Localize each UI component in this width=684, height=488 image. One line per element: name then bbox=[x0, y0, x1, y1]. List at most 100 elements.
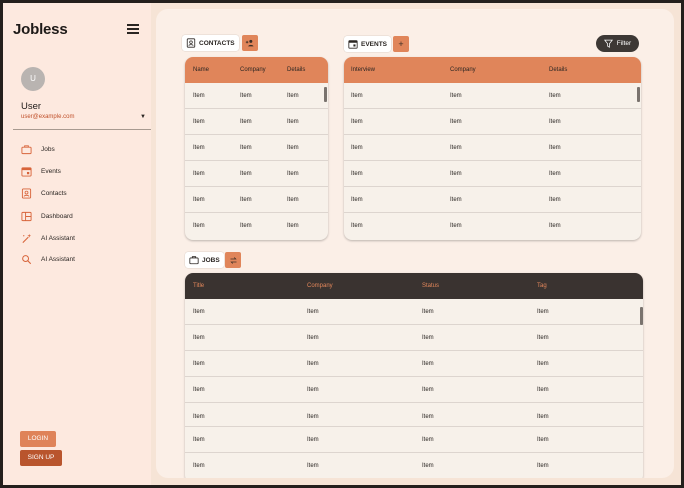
dashboard-icon bbox=[21, 211, 32, 221]
table-row[interactable]: Item Item Item Item bbox=[185, 299, 643, 325]
column-header[interactable]: Company bbox=[240, 57, 266, 83]
table-row[interactable]: Item Item Item bbox=[344, 187, 641, 213]
table-row[interactable]: Item Item Item bbox=[344, 161, 641, 187]
sidebar-item-jobs[interactable]: Jobs bbox=[21, 142, 141, 156]
sidebar-item-ai-search[interactable]: AI Assistant bbox=[21, 252, 141, 266]
contact-card-icon bbox=[21, 187, 32, 199]
app-window: Jobless U User user@example.com ▼ Jobs E… bbox=[3, 3, 681, 485]
magic-wand-icon bbox=[22, 233, 32, 243]
menu-icon[interactable] bbox=[127, 24, 139, 34]
scrollbar[interactable] bbox=[324, 87, 327, 102]
column-header[interactable]: Tag bbox=[537, 273, 547, 299]
cell: Item bbox=[450, 145, 462, 151]
table-header: Interview Company Details bbox=[344, 57, 641, 83]
table-row[interactable]: Item Item Item bbox=[344, 83, 641, 109]
cell: Item bbox=[193, 171, 205, 177]
cell: Item bbox=[422, 361, 434, 367]
table-row[interactable]: Item Item Item bbox=[185, 135, 328, 161]
sidebar-item-dashboard[interactable]: Dashboard bbox=[21, 209, 141, 223]
cell: Item bbox=[193, 223, 205, 229]
jobs-action-button[interactable] bbox=[225, 252, 241, 268]
cell: Item bbox=[193, 361, 205, 367]
cell: Item bbox=[307, 437, 319, 443]
cell: Item bbox=[240, 119, 252, 125]
events-chip[interactable]: EVENTS bbox=[344, 36, 392, 52]
jobs-chip-label: JOBS bbox=[202, 256, 220, 264]
table-header: Name Company Details bbox=[185, 57, 328, 83]
table-row[interactable]: Item Item Item bbox=[344, 213, 641, 239]
add-contact-button[interactable] bbox=[242, 35, 258, 51]
cell: Item bbox=[549, 171, 561, 177]
column-header[interactable]: Title bbox=[193, 273, 204, 299]
swap-icon bbox=[229, 256, 237, 264]
cell: Item bbox=[240, 171, 252, 177]
cell: Item bbox=[240, 145, 252, 151]
contacts-chip-label: CONTACTS bbox=[199, 39, 235, 47]
table-row[interactable]: Item Item Item Item bbox=[185, 351, 643, 377]
cell: Item bbox=[422, 387, 434, 393]
table-row[interactable]: Item Item Item bbox=[185, 161, 328, 187]
sidebar-item-ai-assistant[interactable]: AI Assistant bbox=[21, 231, 141, 245]
signup-button[interactable]: SIGN UP bbox=[20, 450, 62, 466]
cell: Item bbox=[351, 145, 363, 151]
contacts-chip[interactable]: CONTACTS bbox=[182, 35, 239, 51]
table-row[interactable]: Item Item Item bbox=[344, 135, 641, 161]
table-row[interactable]: Item Item Item bbox=[185, 83, 328, 109]
cell: Item bbox=[287, 93, 299, 99]
search-icon bbox=[22, 254, 32, 264]
scrollbar[interactable] bbox=[640, 307, 643, 325]
table-row[interactable]: Item Item Item Item bbox=[185, 403, 643, 427]
cell: Item bbox=[351, 171, 363, 177]
calendar-icon bbox=[21, 166, 32, 177]
table-row[interactable]: Item Item Item bbox=[185, 213, 328, 239]
cell: Item bbox=[351, 197, 363, 203]
cell: Item bbox=[307, 463, 319, 469]
cell: Item bbox=[422, 335, 434, 341]
add-event-button[interactable]: + bbox=[393, 36, 409, 52]
cell: Item bbox=[549, 119, 561, 125]
table-row[interactable]: Item Item Item Item bbox=[185, 377, 643, 403]
login-button[interactable]: LOGIN bbox=[20, 431, 56, 447]
column-header[interactable]: Name bbox=[193, 57, 209, 83]
table-row[interactable]: Item Item Item Item bbox=[185, 453, 643, 478]
divider bbox=[13, 129, 151, 130]
cell: Item bbox=[240, 93, 252, 99]
calendar-icon bbox=[348, 40, 358, 49]
cell: Item bbox=[450, 171, 462, 177]
cell: Item bbox=[240, 223, 252, 229]
table-row[interactable]: Item Item Item bbox=[185, 187, 328, 213]
table-row[interactable]: Item Item Item bbox=[344, 109, 641, 135]
contact-card-icon bbox=[186, 38, 196, 48]
column-header[interactable]: Interview bbox=[351, 57, 375, 83]
cell: Item bbox=[193, 93, 205, 99]
table-row[interactable]: Item Item Item Item bbox=[185, 325, 643, 351]
column-header[interactable]: Status bbox=[422, 273, 439, 299]
filter-button[interactable]: Filter bbox=[596, 35, 639, 52]
scrollbar[interactable] bbox=[637, 87, 640, 102]
cell: Item bbox=[537, 463, 549, 469]
filter-label: Filter bbox=[616, 40, 632, 47]
sidebar-item-events[interactable]: Events bbox=[21, 164, 141, 178]
jobs-chip[interactable]: JOBS bbox=[185, 252, 224, 268]
cell: Item bbox=[287, 171, 299, 177]
cell: Item bbox=[351, 119, 363, 125]
table-row[interactable]: Item Item Item bbox=[185, 109, 328, 135]
sidebar-item-contacts[interactable]: Contacts bbox=[21, 186, 141, 200]
cell: Item bbox=[193, 387, 205, 393]
cell: Item bbox=[450, 119, 462, 125]
chevron-down-icon[interactable]: ▼ bbox=[140, 114, 146, 120]
app-title: Jobless bbox=[13, 21, 68, 38]
cell: Item bbox=[537, 361, 549, 367]
cell: Item bbox=[240, 197, 252, 203]
column-header[interactable]: Details bbox=[549, 57, 567, 83]
cell: Item bbox=[351, 223, 363, 229]
avatar[interactable]: U bbox=[21, 67, 45, 91]
cell: Item bbox=[549, 197, 561, 203]
column-header[interactable]: Details bbox=[287, 57, 305, 83]
cell: Item bbox=[537, 309, 549, 315]
column-header[interactable]: Company bbox=[450, 57, 476, 83]
column-header[interactable]: Company bbox=[307, 273, 333, 299]
table-row[interactable]: Item Item Item Item bbox=[185, 427, 643, 453]
cell: Item bbox=[450, 93, 462, 99]
cell: Item bbox=[193, 197, 205, 203]
